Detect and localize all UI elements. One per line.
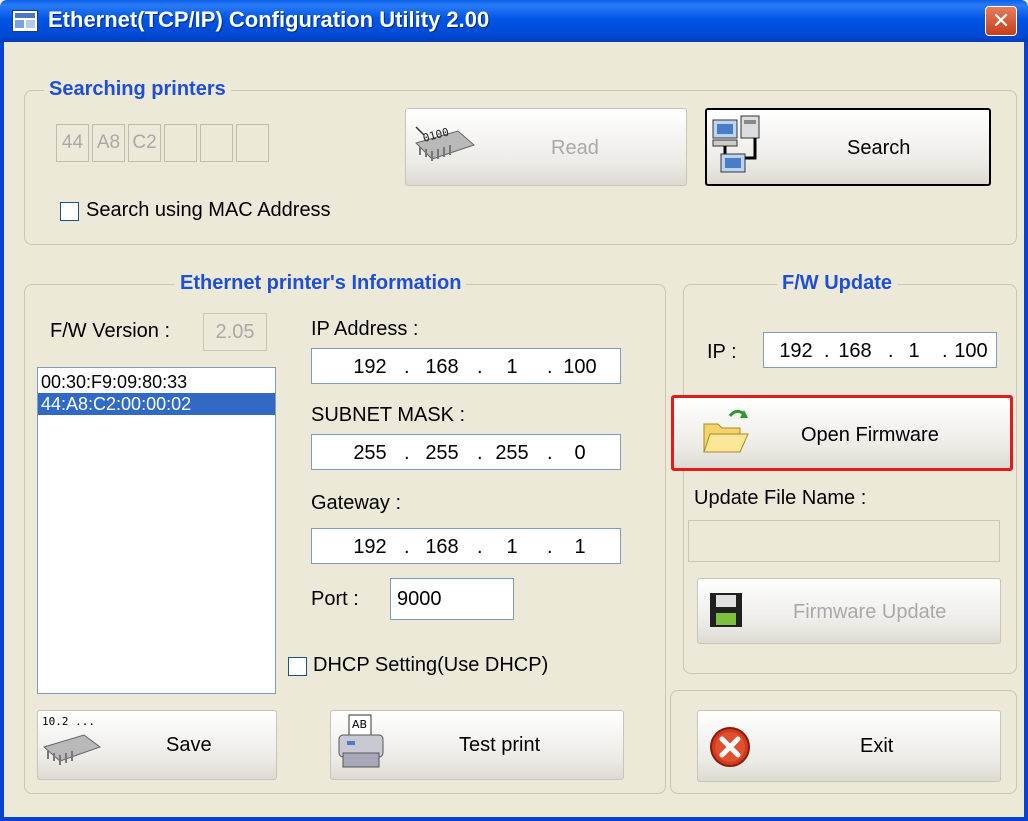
gateway-dot: . <box>404 536 410 558</box>
search-mac-checkbox[interactable] <box>60 202 79 221</box>
list-item[interactable]: 00:30:F9:09:80:33 <box>38 371 275 393</box>
gateway-octet-3: 1 <box>506 536 518 558</box>
chip-icon: 0100 <box>410 123 480 167</box>
update-file-name-label: Update File Name : <box>694 487 867 509</box>
ip-octet-4: 100 <box>563 356 597 378</box>
open-folder-icon <box>700 406 750 458</box>
fw-ip-dot: . <box>824 340 830 362</box>
mac-segment-3[interactable]: C2 <box>128 124 161 162</box>
mac-segment-6[interactable] <box>236 124 269 162</box>
fw-ip-field[interactable]: 192 . 168 . 1 . 100 <box>763 332 997 368</box>
read-button-label: Read <box>551 137 599 159</box>
save-button-label: Save <box>166 734 212 756</box>
mac-segment-5[interactable] <box>200 124 233 162</box>
exit-button-label: Exit <box>860 735 894 757</box>
test-print-button-label: Test print <box>459 734 541 756</box>
ip-address-label: IP Address : <box>311 318 419 340</box>
close-icon: ✕ <box>991 8 1011 33</box>
subnet-mask-label: SUBNET MASK : <box>311 404 466 426</box>
window-frame-left <box>0 42 4 821</box>
subnet-mask-field[interactable]: 255 . 255 . 255 . 0 <box>311 434 621 470</box>
fw-ip-octet-4: 100 <box>954 340 988 362</box>
close-button[interactable]: ✕ <box>985 6 1017 36</box>
mac-segment-2[interactable]: A8 <box>92 124 125 162</box>
fw-update-legend: F/W Update <box>777 272 897 295</box>
window-title: Ethernet(TCP/IP) Configuration Utility 2… <box>48 7 490 32</box>
printer-list[interactable]: 00:30:F9:09:80:33 44:A8:C2:00:00:02 <box>37 367 276 694</box>
search-button[interactable]: Search <box>705 108 991 186</box>
update-file-name-field <box>688 520 1000 562</box>
network-computers-icon <box>711 114 767 178</box>
read-button[interactable]: 0100 Read <box>405 108 687 186</box>
fw-version-field: 2.05 <box>203 313 267 351</box>
fw-version-label: F/W Version : <box>50 320 171 342</box>
window-frame-bottom <box>0 817 1028 821</box>
open-firmware-button-label: Open Firmware <box>801 424 939 446</box>
mac-segment-1[interactable]: 44 <box>56 124 89 162</box>
dhcp-checkbox[interactable] <box>288 657 307 676</box>
fw-ip-label: IP : <box>707 341 737 363</box>
port-label: Port : <box>311 588 359 610</box>
open-firmware-button[interactable]: Open Firmware <box>671 395 1013 471</box>
port-input[interactable]: 9000 <box>390 578 514 620</box>
test-print-button[interactable]: AB Test print <box>330 710 624 780</box>
fw-ip-dot: . <box>888 340 894 362</box>
search-mac-label: Search using MAC Address <box>86 199 331 221</box>
gateway-octet-2: 168 <box>425 536 459 558</box>
searching-printers-legend: Searching printers <box>44 78 231 101</box>
ip-octet-1: 192 <box>353 356 387 378</box>
close-circle-icon <box>708 725 752 769</box>
ip-dot: . <box>404 356 410 378</box>
list-item-selected[interactable]: 44:A8:C2:00:00:02 <box>38 393 275 415</box>
printer-icon: AB <box>333 713 393 775</box>
floppy-disk-icon <box>708 591 744 629</box>
ip-octet-2: 168 <box>425 356 459 378</box>
dhcp-label: DHCP Setting(Use DHCP) <box>313 654 549 676</box>
gateway-octet-1: 192 <box>353 536 387 558</box>
ip-address-field[interactable]: 192 . 168 . 1 . 100 <box>311 348 621 384</box>
subnet-octet-3: 255 <box>495 442 529 464</box>
subnet-octet-1: 255 <box>353 442 387 464</box>
subnet-dot: . <box>404 442 410 464</box>
gateway-label: Gateway : <box>311 492 402 514</box>
chip-save-icon: 10.2 ... <box>40 713 102 773</box>
gateway-octet-4: 1 <box>574 536 586 558</box>
search-button-label: Search <box>847 137 911 159</box>
save-icon-text: 10.2 ... <box>42 715 95 728</box>
mac-segment-4[interactable] <box>164 124 197 162</box>
subnet-octet-2: 255 <box>425 442 459 464</box>
fw-ip-octet-2: 168 <box>838 340 872 362</box>
gateway-field[interactable]: 192 . 168 . 1 . 1 <box>311 528 621 564</box>
subnet-octet-4: 0 <box>574 442 586 464</box>
printer-info-legend: Ethernet printer's Information <box>175 272 467 295</box>
ip-octet-3: 1 <box>506 356 518 378</box>
firmware-update-button[interactable]: Firmware Update <box>697 578 1001 644</box>
exit-button[interactable]: Exit <box>697 710 1001 782</box>
fw-ip-octet-1: 192 <box>779 340 813 362</box>
app-icon <box>12 10 38 32</box>
printer-icon-text: AB <box>352 718 367 731</box>
fw-ip-octet-3: 1 <box>908 340 920 362</box>
firmware-update-button-label: Firmware Update <box>793 601 947 623</box>
window-frame-right <box>1024 42 1028 821</box>
save-button[interactable]: 10.2 ... Save <box>37 710 277 780</box>
